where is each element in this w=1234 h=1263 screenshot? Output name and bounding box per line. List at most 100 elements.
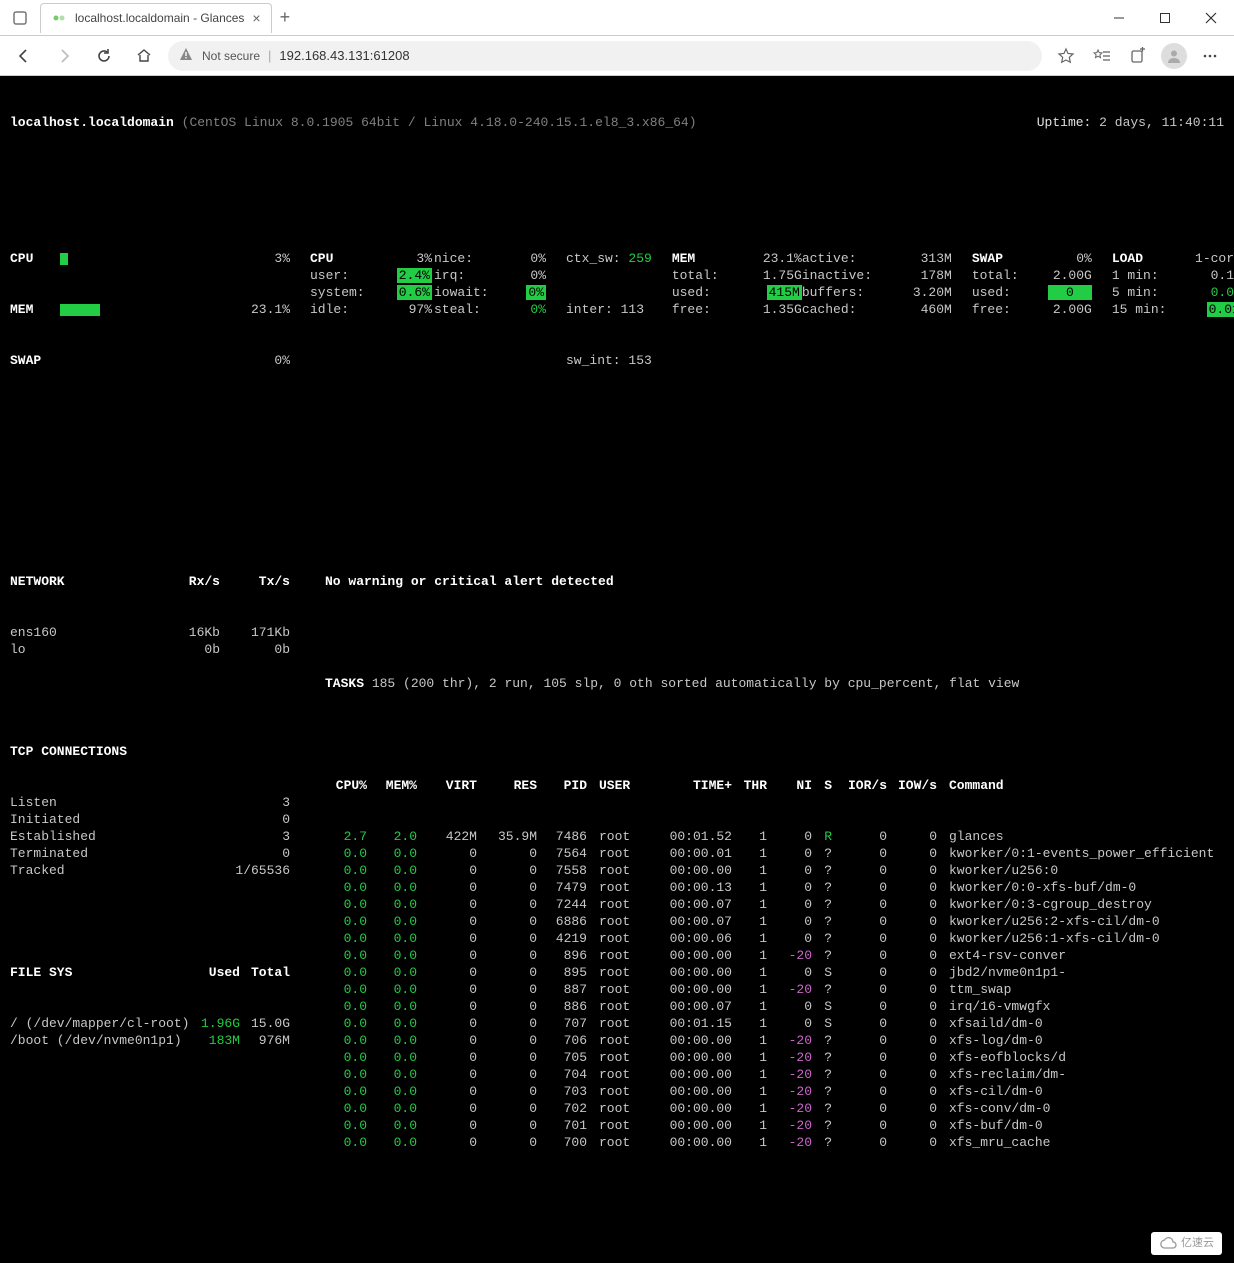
tab-actions-icon[interactable] bbox=[6, 4, 34, 32]
net-rx-h: Rx/s bbox=[150, 573, 220, 590]
mem-inactive-k: inactive: bbox=[802, 267, 892, 284]
favorites-list-button[interactable] bbox=[1086, 40, 1118, 72]
mem-active-k: active: bbox=[802, 250, 892, 267]
swint-k: sw_int: bbox=[566, 353, 621, 368]
cpu-irq-v: 0% bbox=[496, 267, 546, 284]
mem-used-v: 415M bbox=[767, 285, 802, 300]
swap-total-v: 2.00G bbox=[1032, 267, 1092, 284]
task-row: 0.00.000702root00:00.001-20?00xfs-conv/d… bbox=[325, 1100, 1224, 1117]
cpu-idle-v: 97% bbox=[382, 301, 432, 318]
inter-k: inter: bbox=[566, 302, 613, 317]
task-row: 0.00.0007558root00:00.0010?00kworker/u25… bbox=[325, 862, 1224, 879]
mem-bar bbox=[60, 304, 100, 316]
th-mem: MEM% bbox=[375, 777, 425, 794]
th-iow: IOW/s bbox=[895, 777, 945, 794]
load-title: LOAD bbox=[1112, 250, 1182, 267]
task-row: 0.00.000700root00:00.001-20?00xfs_mru_ca… bbox=[325, 1134, 1224, 1151]
network-title: NETWORK bbox=[10, 573, 150, 590]
tasks-summary: 185 (200 thr), 2 run, 105 slp, 0 oth sor… bbox=[364, 676, 1019, 691]
task-row: 0.00.0007244root00:00.0710?00kworker/0:3… bbox=[325, 896, 1224, 913]
th-ni: NI bbox=[775, 777, 820, 794]
load-1-v: 0.12 bbox=[1182, 267, 1234, 284]
tcp-title: TCP CONNECTIONS bbox=[10, 743, 295, 760]
watermark: 亿速云 bbox=[1151, 1232, 1222, 1255]
home-button[interactable] bbox=[128, 40, 160, 72]
favicon-icon bbox=[51, 10, 67, 26]
quick-swap-label: SWAP bbox=[10, 352, 60, 369]
cpu-title: CPU bbox=[310, 250, 380, 267]
task-row: 0.00.0004219root00:00.0610?00kworker/u25… bbox=[325, 930, 1224, 947]
quick-cpu-pct: 3% bbox=[220, 250, 290, 267]
swap-total-k: total: bbox=[972, 267, 1032, 284]
tcp-row: Listen3 bbox=[10, 794, 295, 811]
load-5-k: 5 min: bbox=[1112, 284, 1182, 301]
new-tab-button[interactable]: + bbox=[280, 7, 291, 28]
quick-cpu-label: CPU bbox=[10, 250, 60, 267]
task-row: 0.00.000896root00:00.001-20?00ext4-rsv-c… bbox=[325, 947, 1224, 964]
glances-page: localhost.localdomain (CentOS Linux 8.0.… bbox=[0, 76, 1234, 1263]
cloud-icon bbox=[1159, 1237, 1177, 1251]
ctx-v: 259 bbox=[628, 251, 651, 266]
swap-free-v: 2.00G bbox=[1032, 301, 1092, 318]
collections-button[interactable] bbox=[1122, 40, 1154, 72]
forward-button[interactable] bbox=[48, 40, 80, 72]
fs-total-h: Total bbox=[240, 964, 290, 981]
cpu-nice-k: nice: bbox=[434, 250, 494, 267]
load-15-v: 0.01 bbox=[1207, 302, 1234, 317]
hostname: localhost.localdomain bbox=[10, 114, 174, 131]
quick-mem-pct: 23.1% bbox=[220, 301, 290, 318]
minimize-button[interactable] bbox=[1096, 0, 1142, 36]
cpu-system-v: 0.6% bbox=[397, 285, 432, 300]
th-cpu: CPU% bbox=[325, 777, 375, 794]
address-bar[interactable]: Not secure | 192.168.43.131:61208 bbox=[168, 41, 1042, 71]
fs-used-h: Used bbox=[190, 964, 240, 981]
cpu-nice-v: 0% bbox=[496, 250, 546, 267]
cpu-iowait-v: 0% bbox=[526, 285, 546, 300]
task-row: 0.00.000706root00:00.001-20?00xfs-log/dm… bbox=[325, 1032, 1224, 1049]
favorite-button[interactable] bbox=[1050, 40, 1082, 72]
task-row: 0.00.000895root00:00.0010S00jbd2/nvme0n1… bbox=[325, 964, 1224, 981]
watermark-text: 亿速云 bbox=[1181, 1235, 1214, 1252]
browser-tab[interactable]: localhost.localdomain - Glances × bbox=[40, 3, 272, 33]
close-window-button[interactable] bbox=[1188, 0, 1234, 36]
maximize-button[interactable] bbox=[1142, 0, 1188, 36]
not-secure-icon bbox=[178, 46, 194, 65]
refresh-button[interactable] bbox=[88, 40, 120, 72]
cpu-iowait-k: iowait: bbox=[434, 284, 494, 301]
cpu-user-k: user: bbox=[310, 267, 380, 284]
swap-free-k: free: bbox=[972, 301, 1032, 318]
th-virt: VIRT bbox=[425, 777, 485, 794]
close-tab-icon[interactable]: × bbox=[252, 10, 260, 26]
inter-v: 113 bbox=[621, 302, 644, 317]
not-secure-label: Not secure bbox=[202, 49, 260, 63]
swap-pct: 0% bbox=[1032, 250, 1092, 267]
cpu-system-k: system: bbox=[310, 284, 380, 301]
task-header: CPU% MEM% VIRT RES PID USER TIME+ THR NI… bbox=[325, 777, 1224, 794]
back-button[interactable] bbox=[8, 40, 40, 72]
cpu-steal-v: 0% bbox=[496, 301, 546, 318]
net-tx-h: Tx/s bbox=[220, 573, 290, 590]
cpu-irq-k: irq: bbox=[434, 267, 494, 284]
task-row: 0.00.000703root00:00.001-20?00xfs-cil/dm… bbox=[325, 1083, 1224, 1100]
tasks-label: TASKS bbox=[325, 676, 364, 691]
tcp-row: Established3 bbox=[10, 828, 295, 845]
task-row: 0.00.000886root00:00.0710S00irq/16-vmwgf… bbox=[325, 998, 1224, 1015]
mem-free-k: free: bbox=[672, 301, 742, 318]
task-row: 0.00.000704root00:00.001-20?00xfs-reclai… bbox=[325, 1066, 1224, 1083]
url-text: 192.168.43.131:61208 bbox=[279, 48, 409, 63]
more-button[interactable] bbox=[1194, 40, 1226, 72]
load-5-v: 0.03 bbox=[1182, 284, 1234, 301]
mem-free-v: 1.35G bbox=[742, 301, 802, 318]
quick-mem-label: MEM bbox=[10, 301, 60, 318]
swint-v: 153 bbox=[628, 353, 651, 368]
th-s: S bbox=[820, 777, 840, 794]
ctx-k: ctx_sw: bbox=[566, 251, 621, 266]
task-row: 2.72.0422M35.9M7486root00:01.5210R00glan… bbox=[325, 828, 1224, 845]
separator-icon: | bbox=[268, 48, 271, 63]
swap-title: SWAP bbox=[972, 250, 1032, 267]
network-row: lo0b0b bbox=[10, 641, 295, 658]
task-row: 0.00.0007564root00:00.0110?00kworker/0:1… bbox=[325, 845, 1224, 862]
quick-swap-pct: 0% bbox=[220, 352, 290, 369]
task-row: 0.00.000707root00:01.1510S00xfsaild/dm-0 bbox=[325, 1015, 1224, 1032]
profile-button[interactable] bbox=[1158, 40, 1190, 72]
